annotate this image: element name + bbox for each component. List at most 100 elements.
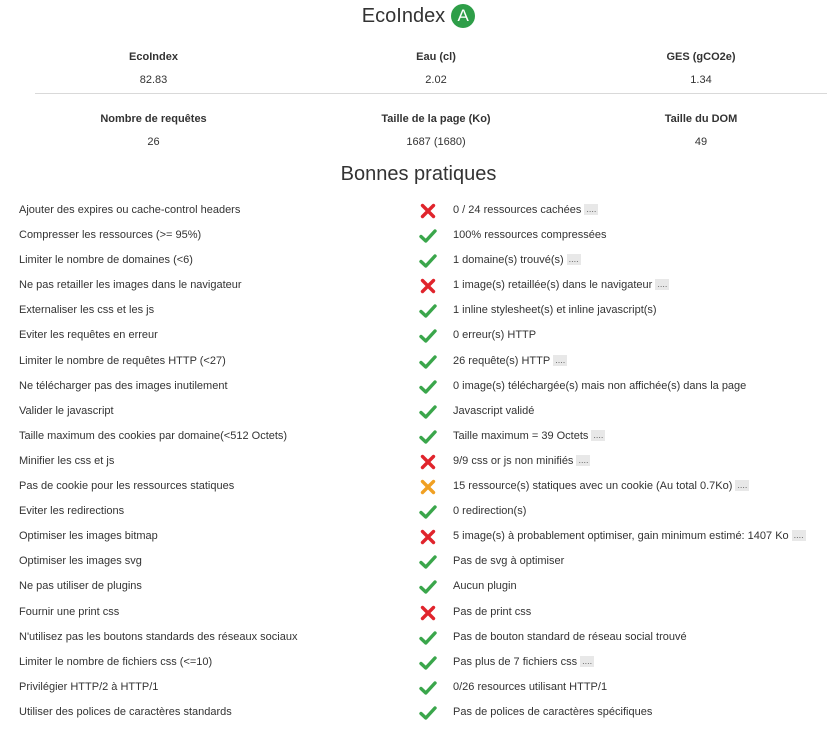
check-icon (419, 706, 437, 720)
practice-name: Limiter le nombre de fichiers css (<=10) (19, 655, 213, 668)
practice-name: Limiter le nombre de domaines (<6) (19, 254, 193, 267)
practice-comment: 1 domaine(s) trouvé(s).... (453, 254, 581, 266)
practice-comment: 5 image(s) à probablement optimiser, gai… (453, 530, 806, 542)
practice-status (419, 579, 437, 595)
check-icon (419, 655, 437, 670)
practice-status (419, 529, 437, 545)
details-toggle-button[interactable]: .... (576, 454, 591, 466)
cross-icon (420, 279, 436, 294)
practice-name: Limiter le nombre de requêtes HTTP (<27) (19, 354, 226, 367)
practice-status (419, 404, 437, 420)
practice-comment: Pas de bouton standard de réseau social … (453, 631, 687, 643)
practice-status (419, 705, 437, 721)
practice-comment: 0 / 24 ressources cachées.... (453, 204, 599, 216)
metric-label: Eau (cl) (416, 51, 456, 63)
practice-comment: Pas de svg à optimiser (453, 555, 564, 567)
practice-status (419, 680, 437, 696)
practice-comment-text: Pas de bouton standard de réseau social … (453, 630, 687, 643)
practice-comment-text: 15 ressource(s) statiques avec un cookie… (453, 480, 733, 493)
details-toggle-button[interactable]: .... (553, 354, 568, 366)
details-toggle-button[interactable]: .... (584, 204, 599, 215)
practice-name: Minifier les css et js (19, 454, 115, 467)
check-icon (419, 555, 437, 570)
practice-name: Optimiser les images bitmap (19, 530, 158, 543)
check-icon (419, 580, 437, 595)
metric-value: 2.02 (425, 74, 447, 86)
practice-row: Fournir une print css Pas de print css (0, 600, 837, 625)
practice-comment: 0/26 resources utilisant HTTP/1 (453, 681, 607, 693)
practice-comment: 0 erreur(s) HTTP (453, 329, 536, 341)
practice-status (419, 554, 437, 570)
practice-comment-text: 9/9 css or js non minifiés (453, 454, 574, 467)
metric-value: 49 (694, 136, 708, 148)
practices-title: Bonnes pratiques (340, 163, 497, 185)
practice-row: Limiter le nombre de requêtes HTTP (<27)… (0, 349, 837, 374)
practice-row: Valider le javascript Javascript validé (0, 399, 837, 424)
practice-comment-text: 1 image(s) retaillée(s) dans le navigate… (453, 279, 653, 292)
check-icon (419, 405, 437, 419)
practice-comment: 9/9 css or js non minifiés.... (453, 454, 591, 467)
practice-status (419, 253, 437, 269)
practice-comment: Javascript validé (453, 405, 534, 417)
details-toggle-button[interactable]: .... (566, 254, 581, 266)
practice-comment-text: 26 requête(s) HTTP (453, 354, 551, 367)
practice-row: Limiter le nombre de fichiers css (<=10)… (0, 650, 837, 675)
practice-row: Ne télécharger pas des images inutilemen… (0, 374, 837, 399)
practice-comment-text: 0 redirection(s) (453, 505, 527, 518)
metric-value: 1.34 (690, 74, 712, 86)
practice-comment: 1 inline stylesheet(s) et inline javascr… (453, 304, 657, 316)
practice-comment-text: Pas de polices de caractères spécifiques (453, 705, 653, 718)
check-icon (419, 329, 437, 344)
details-toggle-button[interactable]: .... (591, 429, 606, 441)
practice-status (419, 354, 437, 370)
practice-comment: Pas de polices de caractères spécifiques (453, 706, 652, 718)
details-toggle-button[interactable]: .... (580, 655, 595, 667)
practice-comment-text: 1 domaine(s) trouvé(s) (453, 254, 564, 267)
practice-name: Valider le javascript (19, 404, 114, 417)
metric-value: 82.83 (139, 74, 168, 86)
practice-row: Eviter les redirections 0 redirection(s) (0, 499, 837, 524)
practice-comment: 15 ressource(s) statiques avec un cookie… (453, 480, 750, 493)
practice-status (419, 203, 437, 219)
practice-name: Taille maximum des cookies par domaine(<… (19, 429, 288, 442)
metrics-divider (35, 93, 827, 94)
metric-label: Taille de la page (Ko) (381, 113, 491, 125)
metric-value: 1687 (1680) (406, 136, 466, 148)
details-toggle-button[interactable]: .... (735, 480, 750, 492)
practice-name: N'utilisez pas les boutons standards des… (19, 630, 298, 643)
metric-ges: GES (gCO2e) 1.34 (565, 50, 837, 87)
practice-name: Fournir une print css (19, 605, 120, 618)
metric-label: EcoIndex (129, 51, 178, 63)
metric-dom-size: Taille du DOM 49 (565, 112, 837, 149)
practices-list: Ajouter des expires ou cache-control hea… (0, 198, 837, 725)
details-toggle-button[interactable]: .... (655, 279, 670, 291)
practice-row: Minifier les css et js 9/9 css or js non … (0, 449, 837, 474)
details-toggle-button[interactable]: .... (791, 530, 806, 542)
practice-name: Privilégier HTTP/2 à HTTP/1 (19, 680, 159, 693)
practice-status (419, 328, 437, 344)
metric-label: Taille du DOM (664, 113, 738, 125)
practice-status (419, 278, 437, 294)
practice-status (419, 605, 437, 621)
cross-icon (420, 605, 436, 620)
practice-name: Ajouter des expires ou cache-control hea… (19, 204, 241, 216)
metric-page-size: Taille de la page (Ko) 1687 (1680) (307, 112, 565, 149)
grade-badge: A (451, 4, 476, 28)
practice-comment-text: 0 / 24 ressources cachées (453, 204, 582, 216)
metric-ecoindex: EcoIndex 82.83 (0, 50, 307, 87)
check-icon (419, 354, 437, 369)
practice-comment: Pas de print css (453, 606, 531, 618)
practice-status (419, 655, 437, 671)
practice-row: Ne pas retailler les images dans le navi… (0, 273, 837, 298)
practice-comment: 0 image(s) téléchargée(s) mais non affic… (453, 380, 746, 392)
practice-name: Eviter les redirections (19, 505, 125, 518)
cross-icon (420, 530, 436, 545)
practice-status (419, 630, 437, 646)
practice-row: Pas de cookie pour les ressources statiq… (0, 474, 837, 499)
practice-name: Optimiser les images svg (19, 555, 142, 568)
practice-row: Externaliser les css et les js 1 inline s… (0, 298, 837, 323)
practice-comment-text: 0/26 resources utilisant HTTP/1 (453, 680, 608, 693)
practice-name: Pas de cookie pour les ressources statiq… (19, 480, 235, 493)
metric-label: GES (gCO2e) (666, 51, 736, 63)
practice-status (419, 479, 437, 495)
